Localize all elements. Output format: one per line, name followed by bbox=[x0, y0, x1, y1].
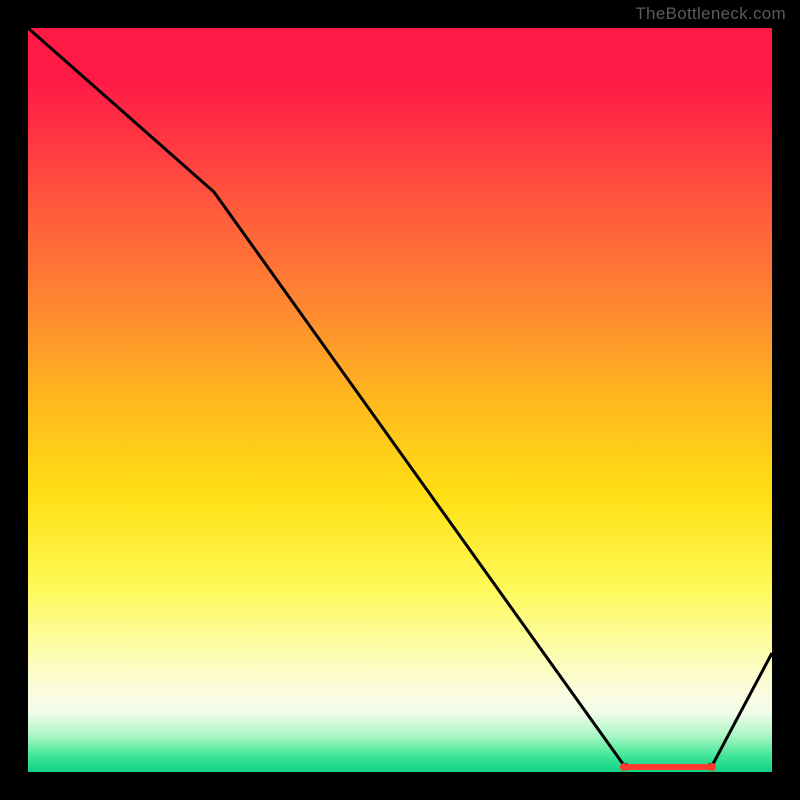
chart-area bbox=[28, 28, 772, 772]
bottleneck-curve bbox=[28, 28, 772, 768]
minimum-marker-dot-right bbox=[708, 763, 716, 771]
chart-svg bbox=[28, 28, 772, 772]
attribution-text: TheBottleneck.com bbox=[635, 4, 786, 24]
minimum-marker-dot-left bbox=[620, 763, 628, 771]
